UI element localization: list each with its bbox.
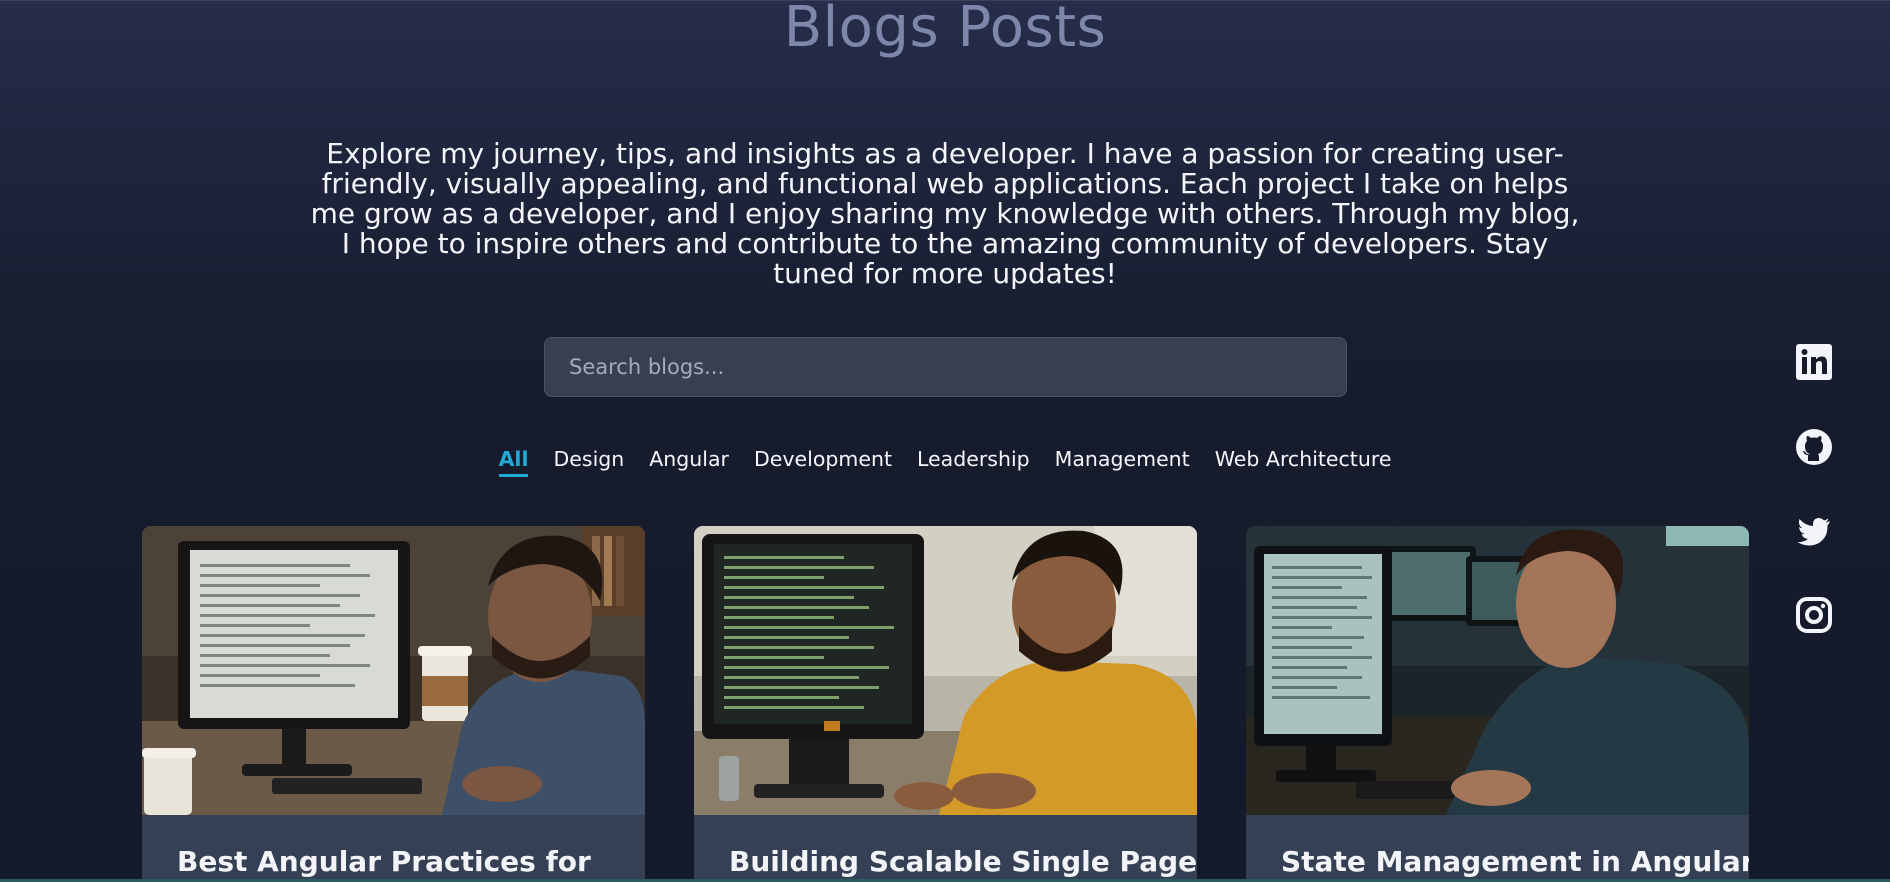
github-icon — [1796, 429, 1832, 465]
filter-all[interactable]: All — [498, 447, 529, 477]
filter-development[interactable]: Development — [754, 447, 892, 477]
instagram-link[interactable] — [1794, 595, 1834, 635]
intro-text: Explore my journey, tips, and insights a… — [310, 137, 1580, 290]
blog-card[interactable]: State Management in Angular: — [1246, 526, 1749, 882]
blog-card-title[interactable]: Building Scalable Single Page — [729, 845, 1197, 878]
blog-card[interactable]: Building Scalable Single Page — [694, 526, 1197, 882]
blog-card-image[interactable] — [142, 526, 645, 815]
blog-card-image[interactable] — [694, 526, 1197, 815]
blog-card-title[interactable]: Best Angular Practices for — [177, 845, 610, 878]
category-filters: All Design Angular Development Leadershi… — [0, 447, 1890, 477]
blog-card-body: State Management in Angular: — [1246, 815, 1749, 882]
github-link[interactable] — [1794, 427, 1834, 467]
blog-card-body: Best Angular Practices for — [142, 815, 645, 882]
twitter-link[interactable] — [1794, 511, 1834, 551]
search-input[interactable] — [569, 355, 1322, 379]
twitter-icon — [1797, 518, 1830, 546]
blog-card-title[interactable]: State Management in Angular: — [1281, 845, 1749, 878]
search-box[interactable] — [544, 337, 1347, 397]
linkedin-icon — [1796, 344, 1832, 380]
page-title: Blogs Posts — [783, 0, 1107, 60]
blog-card-body: Building Scalable Single Page — [694, 815, 1197, 882]
blog-card[interactable]: Best Angular Practices for — [142, 526, 645, 882]
linkedin-link[interactable] — [1794, 342, 1834, 382]
filter-management[interactable]: Management — [1055, 447, 1190, 477]
blog-card-image[interactable] — [1246, 526, 1749, 815]
blog-page: Blogs Posts Explore my journey, tips, an… — [0, 0, 1890, 882]
filter-leadership[interactable]: Leadership — [917, 447, 1030, 477]
filter-design[interactable]: Design — [553, 447, 624, 477]
instagram-icon — [1796, 597, 1832, 633]
filter-web-architecture[interactable]: Web Architecture — [1215, 447, 1392, 477]
filter-angular[interactable]: Angular — [649, 447, 729, 477]
